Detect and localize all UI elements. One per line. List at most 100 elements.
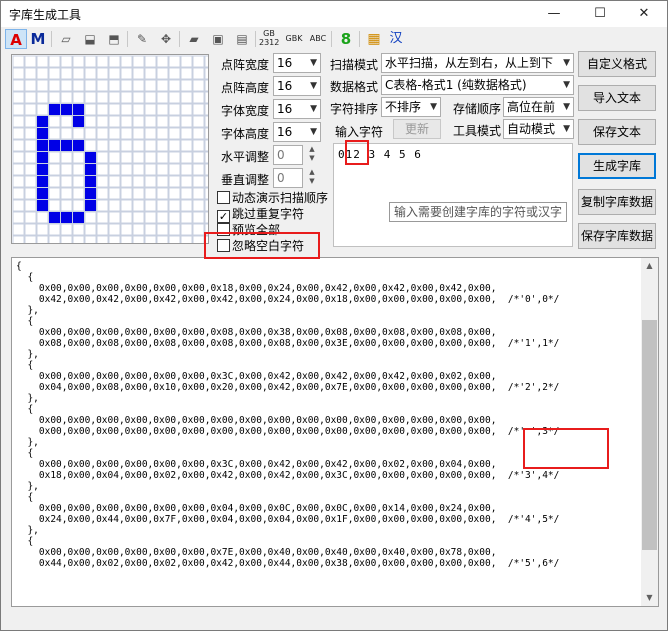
grid-cell[interactable] bbox=[36, 103, 49, 116]
grid-cell[interactable] bbox=[84, 103, 97, 116]
grid-cell-filled[interactable] bbox=[37, 164, 48, 175]
grid-cell[interactable] bbox=[204, 139, 208, 152]
chinese-char-icon[interactable]: 汉 bbox=[387, 29, 405, 49]
grid-cell[interactable] bbox=[204, 103, 208, 116]
grid-cell[interactable] bbox=[24, 79, 37, 92]
grid-cell[interactable] bbox=[204, 199, 208, 212]
grid-cell[interactable] bbox=[72, 163, 85, 176]
grid-cell[interactable] bbox=[96, 199, 109, 212]
grid-cell[interactable] bbox=[108, 127, 121, 140]
grid-cell[interactable] bbox=[192, 211, 205, 224]
grid-cell[interactable] bbox=[24, 163, 37, 176]
grid-cell[interactable] bbox=[120, 103, 133, 116]
save-icon[interactable]: ▣ bbox=[209, 29, 227, 49]
grid-cell[interactable] bbox=[192, 235, 205, 243]
grid-cell[interactable] bbox=[168, 91, 181, 104]
grid-cell[interactable] bbox=[180, 211, 193, 224]
grid-cell[interactable] bbox=[180, 67, 193, 80]
grid-cell[interactable] bbox=[84, 55, 97, 68]
grid-cell[interactable] bbox=[156, 199, 169, 212]
grid-cell[interactable] bbox=[180, 163, 193, 176]
grid-cell[interactable] bbox=[108, 79, 121, 92]
grid-cell-filled[interactable] bbox=[73, 140, 84, 151]
grid-cell[interactable] bbox=[120, 151, 133, 164]
grid-cell[interactable] bbox=[144, 139, 157, 152]
grid-cell[interactable] bbox=[192, 223, 205, 236]
grid-cell[interactable] bbox=[156, 79, 169, 92]
grid-cell[interactable] bbox=[144, 55, 157, 68]
grid-cell[interactable] bbox=[84, 211, 97, 224]
grid-cell[interactable] bbox=[168, 163, 181, 176]
grid-cell[interactable] bbox=[108, 223, 121, 236]
grid-cell[interactable] bbox=[108, 187, 121, 200]
import-text-button[interactable]: 导入文本 bbox=[578, 85, 656, 111]
grid-cell[interactable] bbox=[12, 175, 25, 188]
grid-cell[interactable] bbox=[84, 139, 97, 152]
grid-cell[interactable] bbox=[144, 79, 157, 92]
grid-cell[interactable] bbox=[192, 103, 205, 116]
grid-cell[interactable] bbox=[48, 55, 61, 68]
grid-cell[interactable] bbox=[168, 223, 181, 236]
grid-cell[interactable] bbox=[144, 91, 157, 104]
grid-cell-filled[interactable] bbox=[49, 212, 60, 223]
grid-cell[interactable] bbox=[204, 187, 208, 200]
grid-cell[interactable] bbox=[48, 235, 61, 243]
grid-cell[interactable] bbox=[156, 115, 169, 128]
grid-cell[interactable] bbox=[108, 67, 121, 80]
grid-cell[interactable] bbox=[168, 175, 181, 188]
grid-cell[interactable] bbox=[24, 175, 37, 188]
grid-cell[interactable] bbox=[156, 187, 169, 200]
refresh-button[interactable]: 更新 bbox=[393, 119, 441, 139]
scan-mode-select[interactable]: 水平扫描，从左到右，从上到下 ▼ bbox=[381, 53, 574, 73]
grid-cell[interactable] bbox=[192, 91, 205, 104]
h-adjust-spinner[interactable]: ▲ ▼ bbox=[305, 145, 319, 165]
abc-icon[interactable]: ABC bbox=[307, 29, 329, 49]
grid-cell[interactable] bbox=[180, 127, 193, 140]
grid-cell[interactable] bbox=[156, 127, 169, 140]
grid-cell[interactable] bbox=[156, 235, 169, 243]
grid-cell[interactable] bbox=[48, 91, 61, 104]
h-adjust-input[interactable]: 0 bbox=[273, 145, 303, 165]
grid-cell[interactable] bbox=[48, 151, 61, 164]
grid-cell[interactable] bbox=[180, 103, 193, 116]
grid-cell[interactable] bbox=[96, 223, 109, 236]
grid-cell[interactable] bbox=[156, 91, 169, 104]
open-folder-icon[interactable]: ▰ bbox=[185, 29, 203, 49]
storage-order-select[interactable]: 高位在前 ▼ bbox=[503, 97, 574, 117]
grid-cell[interactable] bbox=[144, 211, 157, 224]
grid-cell[interactable] bbox=[96, 67, 109, 80]
grid-cell[interactable] bbox=[12, 223, 25, 236]
grid-cell[interactable] bbox=[24, 91, 37, 104]
v-adjust-input[interactable]: 0 bbox=[273, 168, 303, 188]
grid-cell[interactable] bbox=[132, 211, 145, 224]
grid-cell[interactable] bbox=[36, 91, 49, 104]
grid-cell[interactable] bbox=[60, 175, 73, 188]
grid-cell[interactable] bbox=[72, 199, 85, 212]
grid-cell[interactable] bbox=[72, 67, 85, 80]
grid-cell[interactable] bbox=[180, 139, 193, 152]
grid-cell[interactable] bbox=[12, 235, 25, 243]
grid-cell[interactable] bbox=[144, 115, 157, 128]
copy-font-data-button[interactable]: 复制字库数据 bbox=[578, 189, 656, 215]
grid-cell[interactable] bbox=[60, 55, 73, 68]
grid-cell[interactable] bbox=[144, 67, 157, 80]
digit-8-icon[interactable]: 8 bbox=[337, 29, 355, 49]
grid-cell-filled[interactable] bbox=[85, 152, 96, 163]
grid-cell-filled[interactable] bbox=[37, 116, 48, 127]
grid-cell[interactable] bbox=[132, 103, 145, 116]
grid-cell[interactable] bbox=[132, 187, 145, 200]
grid-cell-filled[interactable] bbox=[37, 128, 48, 139]
grid-cell[interactable] bbox=[180, 151, 193, 164]
grid-cell[interactable] bbox=[120, 175, 133, 188]
grid-cell[interactable] bbox=[24, 67, 37, 80]
gbk-icon[interactable]: GBK bbox=[283, 29, 305, 49]
grid-cell[interactable] bbox=[120, 79, 133, 92]
grid-cell[interactable] bbox=[12, 139, 25, 152]
font-width-select[interactable]: 16 ▼ bbox=[273, 99, 321, 119]
grid-cell[interactable] bbox=[192, 187, 205, 200]
grid-cell[interactable] bbox=[192, 67, 205, 80]
grid-cell-filled[interactable] bbox=[73, 116, 84, 127]
grid-cell[interactable] bbox=[72, 55, 85, 68]
grid-cell[interactable] bbox=[180, 115, 193, 128]
grid-cell[interactable] bbox=[156, 175, 169, 188]
